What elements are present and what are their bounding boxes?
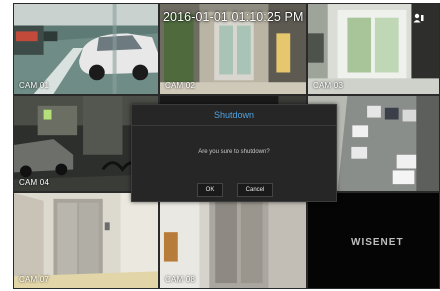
brand-logo: WISENET — [351, 237, 404, 248]
timestamp-overlay: 2016-01-01 01:10:25 PM — [163, 10, 304, 24]
camera-tile-07[interactable]: CAM 07 — [13, 192, 159, 289]
camera-label: CAM 03 — [313, 81, 344, 90]
shutdown-dialog: Shutdown Are you sure to shutdown? OK Ca… — [131, 104, 337, 202]
cancel-button[interactable]: Cancel — [237, 183, 273, 197]
camera-08-feed — [160, 193, 306, 288]
camera-tile-08[interactable]: CAM 08 — [159, 192, 307, 289]
ok-button[interactable]: OK — [197, 183, 223, 197]
camera-label: CAM 08 — [165, 275, 196, 284]
camera-label: CAM 02 — [165, 81, 196, 90]
camera-label: CAM 01 — [19, 81, 50, 90]
camera-tile-01[interactable]: CAM 01 — [13, 3, 159, 95]
dialog-message: Are you sure to shutdown? — [198, 149, 270, 155]
user-icon[interactable] — [413, 13, 424, 23]
camera-label: CAM 04 — [19, 178, 50, 187]
dialog-title: Shutdown — [132, 105, 336, 126]
camera-label: CAM 07 — [19, 275, 50, 284]
camera-07-feed — [14, 193, 158, 288]
